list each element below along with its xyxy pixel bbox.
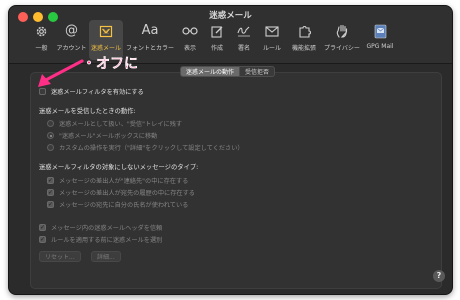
gear-icon bbox=[35, 23, 48, 39]
annotation-text: ・オフに bbox=[82, 56, 138, 72]
exempt-label: メッセージの差出人が宛先の履歴の中に存在する bbox=[59, 190, 195, 197]
toolbar-item-composing[interactable]: 作成 bbox=[204, 20, 230, 60]
toolbar-label: 署名 bbox=[237, 45, 250, 52]
advanced-button[interactable]: 詳細... bbox=[91, 251, 121, 262]
tab-blocked[interactable]: 受信拒否 bbox=[240, 66, 276, 77]
exempt-sender-in-history-checkbox[interactable]: ✓ bbox=[47, 189, 54, 196]
compose-icon bbox=[210, 23, 224, 39]
toolbar-item-gpg-mail[interactable]: GPG Mail bbox=[363, 20, 397, 60]
toolbar-label: 作成 bbox=[210, 45, 223, 52]
radio-label: 迷惑メールとして扱い、"受信"トレイに残す bbox=[59, 121, 183, 128]
rules-envelope-icon bbox=[265, 23, 279, 39]
junk-tray-icon bbox=[99, 23, 113, 39]
toolbar-label: GPG Mail bbox=[366, 43, 394, 50]
hand-icon bbox=[336, 23, 348, 39]
toolbar-item-privacy[interactable]: プライバシー bbox=[322, 20, 362, 60]
gpg-mail-icon bbox=[374, 23, 387, 39]
exempt-row[interactable]: ✓ メッセージの差出人が"連絡先"の中に存在する bbox=[47, 176, 188, 185]
filter-before-rules-label: ルールを適用する前に迷惑メールを選別 bbox=[51, 237, 163, 244]
toolbar-item-extensions[interactable]: 機能拡張 bbox=[287, 20, 321, 60]
toolbar-label: プライバシー bbox=[324, 45, 360, 52]
exempt-row[interactable]: ✓ メッセージの差出人が宛先の履歴の中に存在する bbox=[47, 188, 195, 197]
tab-junk-behavior[interactable]: 迷惑メールの動作 bbox=[180, 66, 241, 77]
radio-move-to-junk[interactable] bbox=[47, 132, 54, 139]
radio-custom-action[interactable] bbox=[47, 144, 54, 151]
exempt-row[interactable]: ✓ メッセージの宛先に自分の氏名が使われている bbox=[47, 200, 188, 209]
exempt-full-name-checkbox[interactable]: ✓ bbox=[47, 201, 54, 208]
puzzle-icon bbox=[298, 23, 311, 39]
toolbar-item-signatures[interactable]: 署名 bbox=[231, 20, 257, 60]
filter-before-rules-checkbox[interactable]: ✓ bbox=[39, 236, 46, 243]
toolbar-label: 迷惑メール bbox=[90, 45, 121, 52]
radio-row[interactable]: "迷惑メール"メールボックスに移動 bbox=[47, 131, 157, 140]
trust-junk-headers-label: メッセージ内の迷惑メールヘッダを信頼 bbox=[51, 225, 163, 232]
toolbar-item-viewing[interactable]: 表示 bbox=[177, 20, 203, 60]
radio-row[interactable]: カスタムの操作を実行（"詳細"をクリックして設定してください） bbox=[47, 143, 244, 152]
help-button[interactable]: ? bbox=[433, 270, 445, 282]
signature-icon bbox=[237, 23, 251, 39]
radio-row[interactable]: 迷惑メールとして扱い、"受信"トレイに残す bbox=[47, 119, 182, 128]
trust-junk-headers-checkbox[interactable]: ✓ bbox=[39, 224, 46, 231]
toolbar-label: ルール bbox=[262, 45, 281, 52]
toolbar-label: 表示 bbox=[183, 45, 196, 52]
on-receive-heading: 迷惑メールを受信したときの動作: bbox=[39, 108, 136, 115]
glasses-icon bbox=[182, 23, 198, 39]
toolbar-label: 一般 bbox=[35, 45, 48, 52]
toolbar-label: 機能拡張 bbox=[291, 45, 316, 52]
reset-button[interactable]: リセット... bbox=[39, 251, 81, 262]
filter-before-rules-row[interactable]: ✓ ルールを適用する前に迷惑メールを選別 bbox=[39, 235, 162, 244]
toolbar-label: アカウント bbox=[56, 45, 87, 52]
exempt-label: メッセージの差出人が"連絡先"の中に存在する bbox=[59, 178, 189, 185]
radio-mark-as-junk[interactable] bbox=[47, 120, 54, 127]
font-icon: Aa bbox=[141, 23, 159, 38]
exempt-heading: 迷惑メールフィルタの対象にしないメッセージのタイプ: bbox=[39, 164, 199, 171]
exempt-label: メッセージの宛先に自分の氏名が使われている bbox=[59, 202, 189, 209]
toolbar-label: フォントとカラー bbox=[125, 45, 174, 52]
annotation-arrow bbox=[38, 59, 84, 87]
toolbar-item-general[interactable]: 一般 bbox=[29, 20, 54, 60]
radio-label: カスタムの操作を実行（"詳細"をクリックして設定してください） bbox=[59, 145, 244, 152]
trust-headers-row[interactable]: ✓ メッセージ内の迷惑メールヘッダを信頼 bbox=[39, 223, 162, 232]
radio-label: "迷惑メール"メールボックスに移動 bbox=[59, 133, 158, 140]
tab-segmented-control: 迷惑メールの動作 受信拒否 bbox=[180, 66, 276, 77]
at-sign-icon: @ bbox=[65, 23, 78, 38]
toolbar-item-rules[interactable]: ルール bbox=[258, 20, 286, 60]
preferences-window: 迷惑メール 一般 @ アカウント 迷惑メール Aa フォントとカラー 表示 作成… bbox=[8, 5, 453, 295]
exempt-sender-in-contacts-checkbox[interactable]: ✓ bbox=[47, 177, 54, 184]
